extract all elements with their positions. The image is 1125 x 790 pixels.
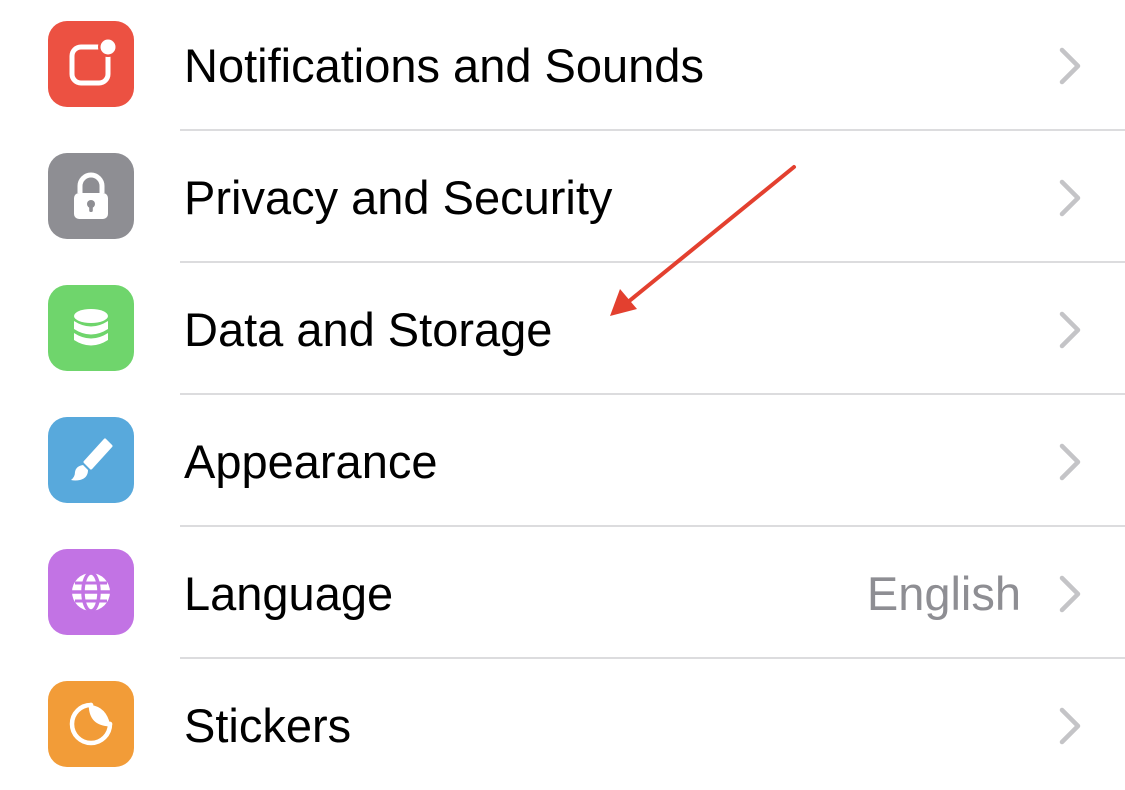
settings-item-label: Privacy and Security [184,171,613,224]
chevron-right-icon [1059,47,1081,85]
lock-icon [74,172,108,219]
globe-icon [72,571,110,613]
settings-item-label: Stickers [184,699,352,752]
chevron-right-icon [1059,707,1081,745]
settings-item-label: Data and Storage [184,303,553,356]
chevron-right-icon [1059,179,1081,217]
appearance-icon-tile [48,417,134,503]
settings-item-label: Language [184,567,394,620]
database-icon [74,309,108,346]
language-value: English [866,567,1021,620]
settings-item-stickers[interactable]: Stickers [0,660,1125,790]
row-separator [180,657,1125,659]
chevron-right-icon [1059,311,1081,349]
settings-item-language[interactable]: Language English [0,528,1125,660]
settings-item-privacy[interactable]: Privacy and Security [0,132,1125,264]
notification-badge-icon [69,37,118,86]
row-separator [180,393,1125,395]
settings-list: Notifications and Sounds Privacy and Sec… [0,0,1125,790]
settings-item-appearance[interactable]: Appearance [0,396,1125,528]
chevron-right-icon [1059,575,1081,613]
row-separator [180,525,1125,527]
data-storage-icon-tile [48,285,134,371]
privacy-icon-tile [48,153,134,239]
stickers-icon-tile [48,681,134,767]
chevron-right-icon [1059,443,1081,481]
settings-item-notifications[interactable]: Notifications and Sounds [0,0,1125,132]
row-separator [180,129,1125,131]
settings-item-label: Notifications and Sounds [184,39,704,92]
paintbrush-icon [71,438,113,481]
settings-item-data-storage[interactable]: Data and Storage [0,264,1125,396]
language-icon-tile [48,549,134,635]
sticker-icon [69,702,113,746]
settings-item-label: Appearance [184,435,438,488]
notifications-icon-tile [48,21,134,107]
row-separator [180,261,1125,263]
